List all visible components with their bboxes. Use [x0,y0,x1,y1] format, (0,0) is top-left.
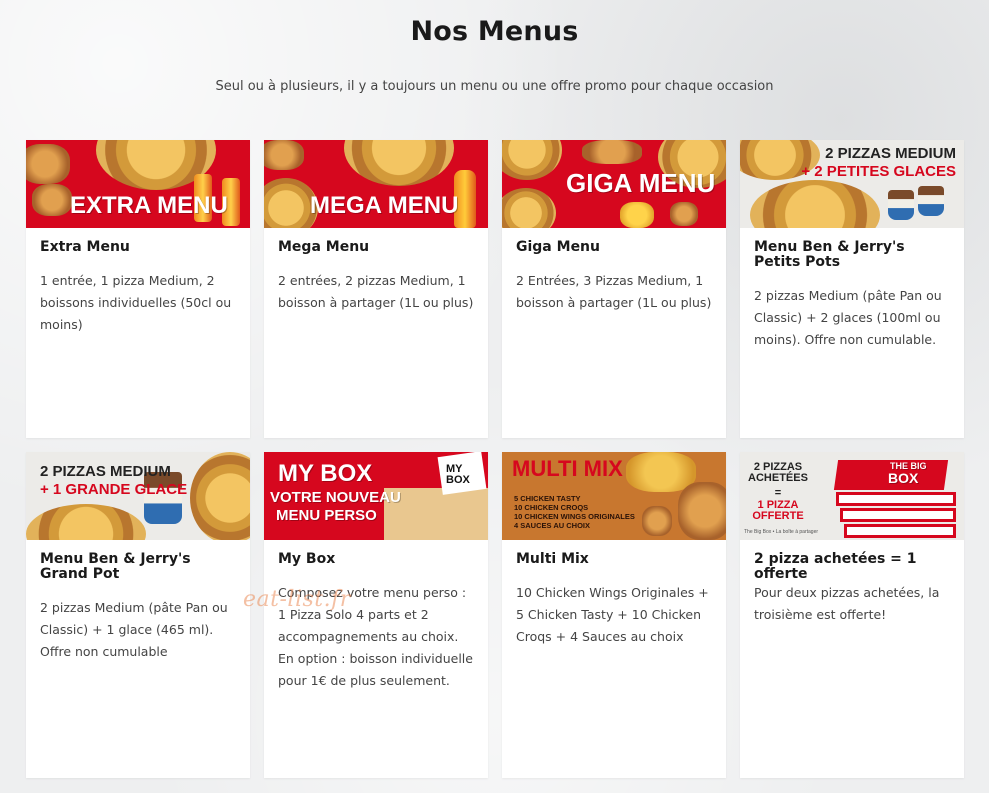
menu-grid: EXTRA MENU Extra Menu 1 entrée, 1 pizza … [26,140,964,778]
menu-card-title: Giga Menu [516,239,600,255]
menu-card-banner-image[interactable]: MULTI MIX 5 CHICKEN TASTY 10 CHICKEN CRO… [502,452,726,540]
menu-card-description: Composez votre menu perso : 1 Pizza Solo… [278,585,473,688]
menu-card-title: Menu Ben & Jerry's Grand Pot [40,551,191,582]
banner-label: MULTI MIX [512,456,623,481]
banner-label-line-1: 2 PIZZAS ACHETÉES [748,461,808,484]
menu-card-description: 2 pizzas Medium (pâte Pan ou Classic) + … [754,288,942,347]
box-label-line-2: BOX [888,470,919,486]
banner-label-line-2: + 2 PETITES GLACES [801,163,956,180]
menu-card-ben-jerrys-petits-pots[interactable]: 2 PIZZAS MEDIUM + 2 PETITES GLACES Menu … [740,140,964,438]
menu-card-title: Menu Ben & Jerry's Petits Pots [754,239,905,270]
menu-card-extra-menu[interactable]: EXTRA MENU Extra Menu 1 entrée, 1 pizza … [26,140,250,438]
menu-card-description: 10 Chicken Wings Originales + 5 Chicken … [516,585,709,644]
menu-card-description: 2 entrées, 2 pizzas Medium, 1 boisson à … [278,273,474,310]
banner-label-line-1: MY BOX [278,460,373,487]
page-title: Nos Menus [410,16,579,47]
menu-card-banner-image[interactable]: 2 PIZZAS MEDIUM + 2 PETITES GLACES [740,140,964,228]
banner-label: MEGA MENU [310,192,459,219]
banner-label-line-3: 1 PIZZA OFFERTE [752,499,804,522]
page-subtitle: Seul ou à plusieurs, il y a toujours un … [215,79,774,94]
menu-card-multi-mix[interactable]: MULTI MIX 5 CHICKEN TASTY 10 CHICKEN CRO… [502,452,726,778]
menu-card-banner-image[interactable]: MY BOX MY BOX VOTRE NOUVEAU MENU PERSO [264,452,488,540]
menu-card-2-pizzas-1-offerte[interactable]: THE BIG BOX 2 PIZZAS ACHETÉES = 1 PIZZA … [740,452,964,778]
menu-card-mega-menu[interactable]: MEGA MENU Mega Menu 2 entrées, 2 pizzas … [264,140,488,438]
menu-card-description: Pour deux pizzas achetées, la troisième … [754,585,940,622]
banner-label: EXTRA MENU [70,192,228,219]
menu-card-giga-menu[interactable]: GIGA MENU Giga Menu 2 Entrées, 3 Pizzas … [502,140,726,438]
menu-card-title: Mega Menu [278,239,370,255]
banner-fine-print: The Big Box • La boîte à partager [744,529,819,535]
banner-label: GIGA MENU [566,168,716,198]
menu-card-description: 1 entrée, 1 pizza Medium, 2 boissons ind… [40,273,232,332]
menu-card-banner-image[interactable]: THE BIG BOX 2 PIZZAS ACHETÉES = 1 PIZZA … [740,452,964,540]
menu-card-title: Extra Menu [40,239,130,255]
banner-label-line-1: 2 PIZZAS MEDIUM [825,145,956,162]
box-label: MY BOX [446,463,470,486]
banner-label-line-2: = [774,487,782,499]
banner-label-line-2: + 1 GRANDE GLACE [40,481,188,498]
banner-list-item: 10 CHICKEN CROQS [514,503,589,512]
banner-list-item: 4 SAUCES AU CHOIX [514,521,590,530]
menu-card-title: 2 pizza achetées = 1 offerte [754,551,917,582]
banner-list-item: 5 CHICKEN TASTY [514,494,581,503]
banner-label-line-2: VOTRE NOUVEAU [270,489,401,506]
menu-card-banner-image[interactable]: 2 PIZZAS MEDIUM + 1 GRANDE GLACE [26,452,250,540]
menu-card-title: Multi Mix [516,551,589,567]
menu-card-banner-image[interactable]: GIGA MENU [502,140,726,228]
banner-item-list: 5 CHICKEN TASTY 10 CHICKEN CROQS 10 CHIC… [514,494,635,530]
menu-card-ben-jerrys-grand-pot[interactable]: 2 PIZZAS MEDIUM + 1 GRANDE GLACE Menu Be… [26,452,250,778]
menu-card-description: 2 Entrées, 3 Pizzas Medium, 1 boisson à … [516,273,712,310]
banner-label-line-1: 2 PIZZAS MEDIUM [40,463,171,480]
menu-card-banner-image[interactable]: MEGA MENU [264,140,488,228]
menu-card-title: My Box [278,551,336,567]
menu-card-banner-image[interactable]: EXTRA MENU [26,140,250,228]
banner-label-line-3: MENU PERSO [276,507,377,524]
banner-list-item: 10 CHICKEN WINGS ORIGINALES [514,512,635,521]
menu-card-my-box[interactable]: MY BOX MY BOX VOTRE NOUVEAU MENU PERSO M… [264,452,488,778]
menu-card-description: 2 pizzas Medium (pâte Pan ou Classic) + … [40,600,228,659]
